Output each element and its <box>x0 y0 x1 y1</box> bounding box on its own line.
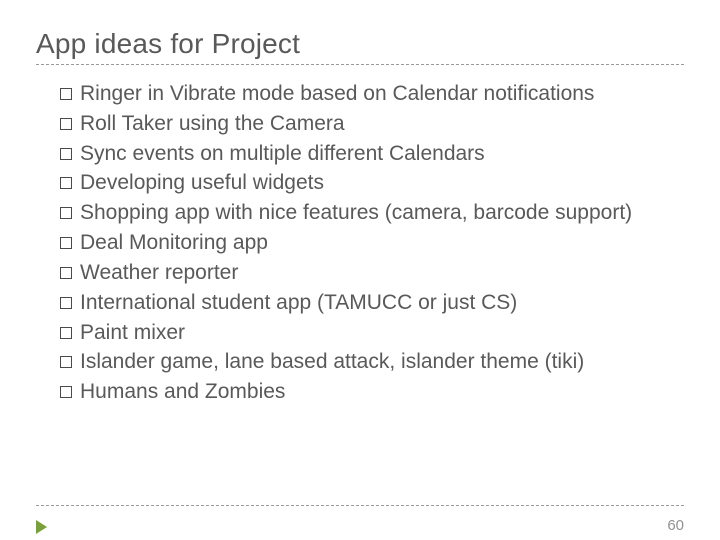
list-item-label: Humans and Zombies <box>80 380 285 403</box>
checkbox-icon <box>60 207 72 219</box>
page-number: 60 <box>667 517 684 534</box>
list-item: Developing useful widgets <box>40 168 684 198</box>
list-item-label: Sync events on multiple different Calend… <box>80 142 485 165</box>
list-item-label: Ringer in Vibrate mode based on Calendar… <box>80 82 594 105</box>
list-item: Sync events on multiple different Calend… <box>40 139 684 169</box>
checkbox-icon <box>60 327 72 339</box>
list-item-label: Roll Taker using the Camera <box>80 112 345 135</box>
checkbox-icon <box>60 148 72 160</box>
list-item-label: Deal Monitoring app <box>80 231 268 254</box>
list-item: Roll Taker using the Camera <box>40 109 684 139</box>
page-title: App ideas for Project <box>36 28 684 60</box>
list-item: Islander game, lane based attack, island… <box>40 347 684 377</box>
checkbox-icon <box>60 267 72 279</box>
list-item-label: Shopping app with nice features (camera,… <box>80 201 632 224</box>
list-item: Shopping app with nice features (camera,… <box>40 198 684 228</box>
list-item: Humans and Zombies <box>40 377 684 407</box>
list-item: Weather reporter <box>40 258 684 288</box>
list-item-label: Weather reporter <box>80 261 238 284</box>
slide: App ideas for Project Ringer in Vibrate … <box>0 0 720 540</box>
checkbox-icon <box>60 237 72 249</box>
list-item: Paint mixer <box>40 318 684 348</box>
list-item: Deal Monitoring app <box>40 228 684 258</box>
title-divider <box>36 64 684 65</box>
checkbox-icon <box>60 386 72 398</box>
list-item: International student app (TAMUCC or jus… <box>40 288 684 318</box>
list-item-label: International student app (TAMUCC or jus… <box>80 291 517 314</box>
checkbox-icon <box>60 297 72 309</box>
checkbox-icon <box>60 356 72 368</box>
bullet-list: Ringer in Vibrate mode based on Calendar… <box>36 79 684 407</box>
list-item-label: Paint mixer <box>80 321 185 344</box>
list-item-label: Developing useful widgets <box>80 171 324 194</box>
chevron-right-icon <box>36 520 47 534</box>
footer-divider <box>36 505 684 506</box>
checkbox-icon <box>60 118 72 130</box>
list-item: Ringer in Vibrate mode based on Calendar… <box>40 79 684 109</box>
list-item-label: Islander game, lane based attack, island… <box>80 350 584 373</box>
checkbox-icon <box>60 88 72 100</box>
checkbox-icon <box>60 177 72 189</box>
